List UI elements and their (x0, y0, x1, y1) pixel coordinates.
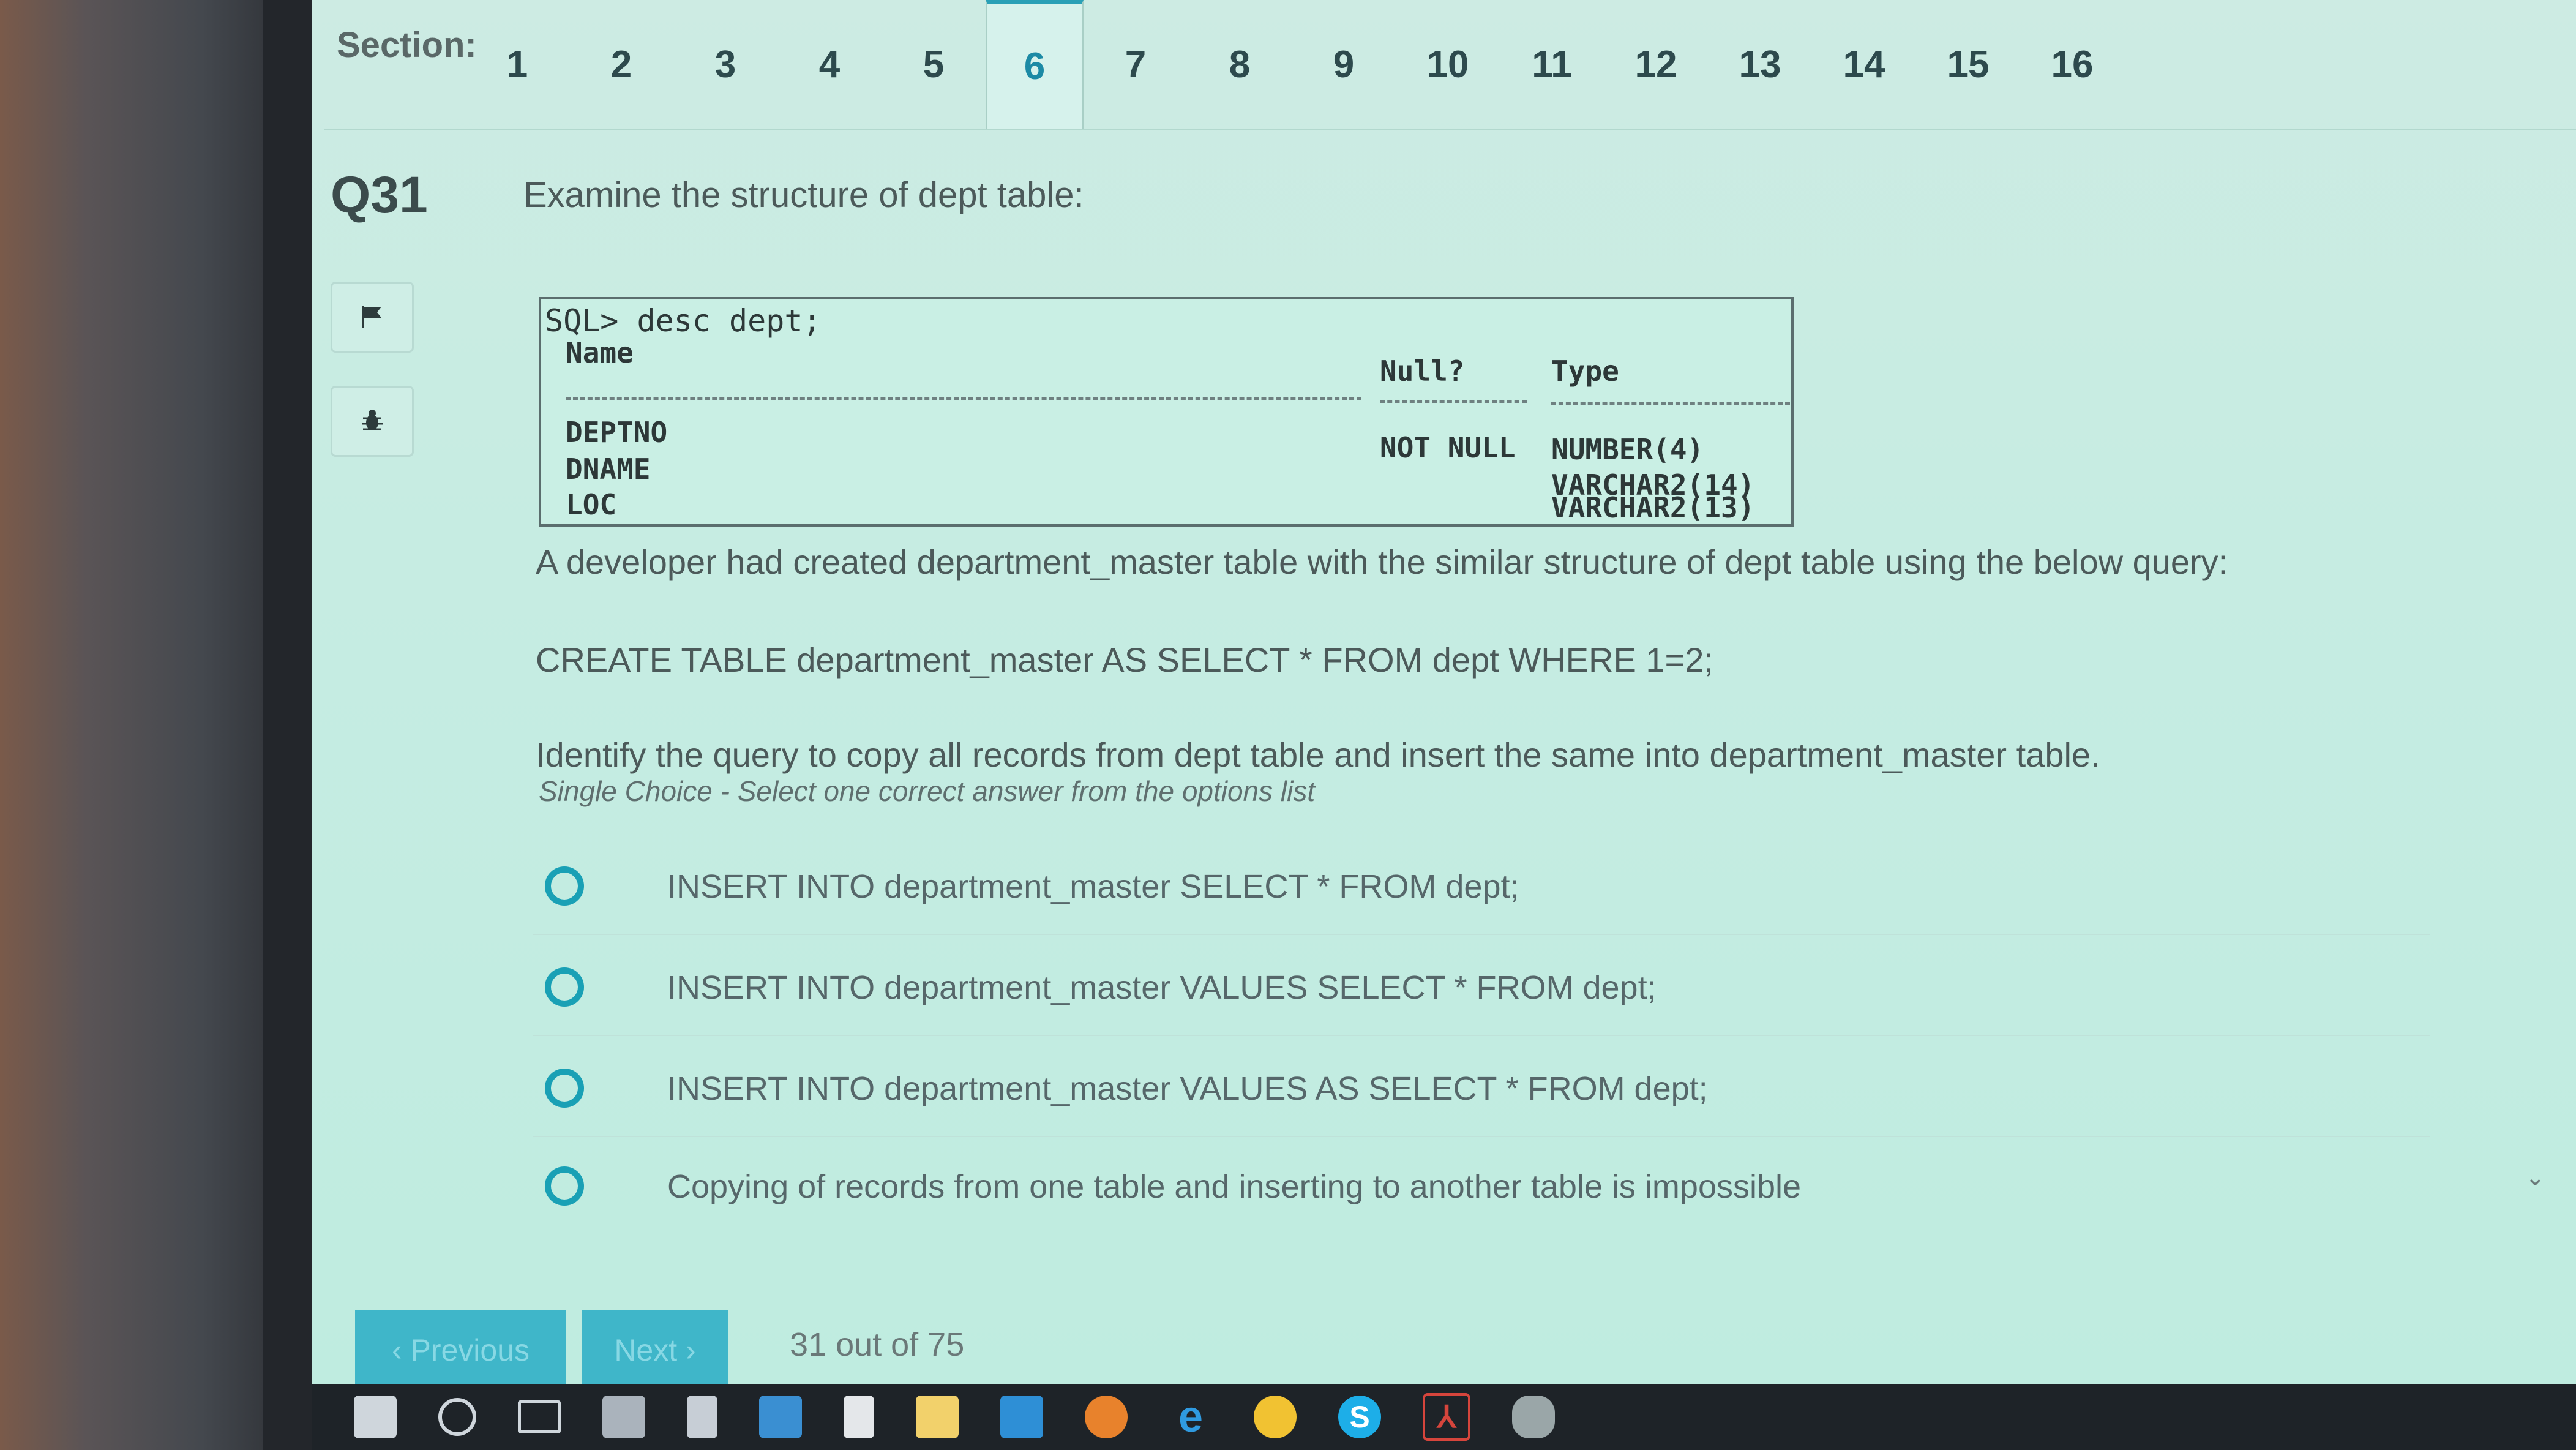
question-paragraph-1: A developer had created department_maste… (536, 543, 2228, 581)
section-tab-2[interactable]: 2 (569, 0, 673, 129)
section-tabs: 1 2 3 4 5 6 7 8 9 10 11 12 13 14 15 16 (465, 0, 2124, 129)
radio-option-1[interactable] (545, 866, 584, 906)
acrobat-icon[interactable]: ⅄ (1423, 1393, 1470, 1441)
flag-button[interactable] (331, 282, 414, 353)
option-1[interactable]: INSERT INTO department_master SELECT * F… (533, 842, 2430, 935)
section-tab-8[interactable]: 8 (1188, 0, 1292, 129)
divider-null (1380, 400, 1527, 403)
option-4-text: Copying of records from one table and in… (667, 1168, 1802, 1205)
sql-command: SQL> desc dept; (545, 303, 822, 339)
divider-name (566, 397, 1361, 400)
next-button[interactable]: Next › (582, 1310, 728, 1384)
section-tab-13[interactable]: 13 (1708, 0, 1812, 129)
row-dname-name: DNAME (566, 453, 651, 486)
divider-type (1551, 402, 1790, 405)
column-header-type: Type (1551, 355, 1619, 388)
answer-hint: Single Choice - Select one correct answe… (539, 775, 1316, 807)
calculator-icon[interactable] (687, 1396, 717, 1438)
chrome-icon[interactable] (1254, 1396, 1297, 1438)
option-3-text: INSERT INTO department_master VALUES AS … (667, 1070, 1708, 1107)
option-2[interactable]: INSERT INTO department_master VALUES SEL… (533, 943, 2430, 1036)
search-icon[interactable] (438, 1398, 476, 1436)
firefox-icon[interactable] (1085, 1396, 1128, 1438)
bug-icon (357, 405, 388, 438)
chevron-down-icon[interactable]: ⌄ (2525, 1163, 2545, 1192)
task-view-icon[interactable] (518, 1400, 561, 1433)
section-tab-7[interactable]: 7 (1084, 0, 1188, 129)
desc-output-box: SQL> desc dept; Name Null? Type DEPTNO N… (539, 297, 1794, 527)
section-tab-6[interactable]: 6 (986, 0, 1084, 129)
radio-option-2[interactable] (545, 967, 584, 1007)
skype-icon[interactable]: S (1338, 1396, 1381, 1438)
section-tab-15[interactable]: 15 (1916, 0, 2020, 129)
section-bar: Section: 1 2 3 4 5 6 7 8 9 10 11 12 13 1… (324, 0, 2576, 130)
question-number: Q31 (331, 166, 428, 224)
screen-icon[interactable] (759, 1396, 802, 1438)
flag-icon (357, 301, 388, 334)
question-paragraph-3: Identify the query to copy all records f… (536, 735, 2100, 774)
file-icon[interactable] (844, 1396, 874, 1438)
section-tab-9[interactable]: 9 (1292, 0, 1396, 129)
previous-button[interactable]: ‹ Previous (355, 1310, 566, 1384)
app-icon[interactable] (1512, 1396, 1555, 1438)
edge-icon[interactable]: e (1169, 1392, 1212, 1441)
question-prompt: Examine the structure of dept table: (523, 175, 1084, 215)
monitor-icon[interactable] (1000, 1396, 1043, 1438)
section-tab-14[interactable]: 14 (1812, 0, 1916, 129)
row-loc-name: LOC (566, 488, 617, 521)
row-deptno-type: NUMBER(4) (1551, 433, 1704, 466)
section-tab-1[interactable]: 1 (465, 0, 569, 129)
left-bezel (0, 0, 288, 1450)
exam-screen: Section: 1 2 3 4 5 6 7 8 9 10 11 12 13 1… (312, 0, 2576, 1384)
section-tab-4[interactable]: 4 (777, 0, 882, 129)
option-4[interactable]: Copying of records from one table and in… (533, 1142, 2430, 1234)
radio-option-3[interactable] (545, 1069, 584, 1108)
row-deptno-name: DEPTNO (566, 416, 668, 449)
section-tab-5[interactable]: 5 (882, 0, 986, 129)
radio-option-4[interactable] (545, 1166, 584, 1206)
option-2-text: INSERT INTO department_master VALUES SEL… (667, 969, 1657, 1006)
bezel-strip (263, 0, 318, 1450)
section-tab-16[interactable]: 16 (2020, 0, 2124, 129)
option-3[interactable]: INSERT INTO department_master VALUES AS … (533, 1044, 2430, 1137)
folder-icon[interactable] (916, 1396, 959, 1438)
column-header-name: Name (566, 336, 634, 369)
option-1-text: INSERT INTO department_master SELECT * F… (667, 868, 1519, 905)
column-header-null: Null? (1380, 355, 1465, 388)
question-progress: 31 out of 75 (790, 1326, 965, 1363)
report-bug-button[interactable] (331, 386, 414, 457)
section-label: Section: (337, 25, 477, 65)
row-deptno-null: NOT NULL (1380, 431, 1516, 464)
store-icon[interactable] (602, 1396, 645, 1438)
windows-icon[interactable] (354, 1396, 397, 1438)
taskbar: e S ⅄ (312, 1384, 2576, 1450)
section-tab-10[interactable]: 10 (1396, 0, 1500, 129)
section-tab-12[interactable]: 12 (1604, 0, 1708, 129)
create-table-query: CREATE TABLE department_master AS SELECT… (536, 640, 1713, 679)
section-tab-11[interactable]: 11 (1500, 0, 1604, 129)
row-loc-type: VARCHAR2(13) (1551, 491, 1755, 524)
section-tab-3[interactable]: 3 (673, 0, 777, 129)
